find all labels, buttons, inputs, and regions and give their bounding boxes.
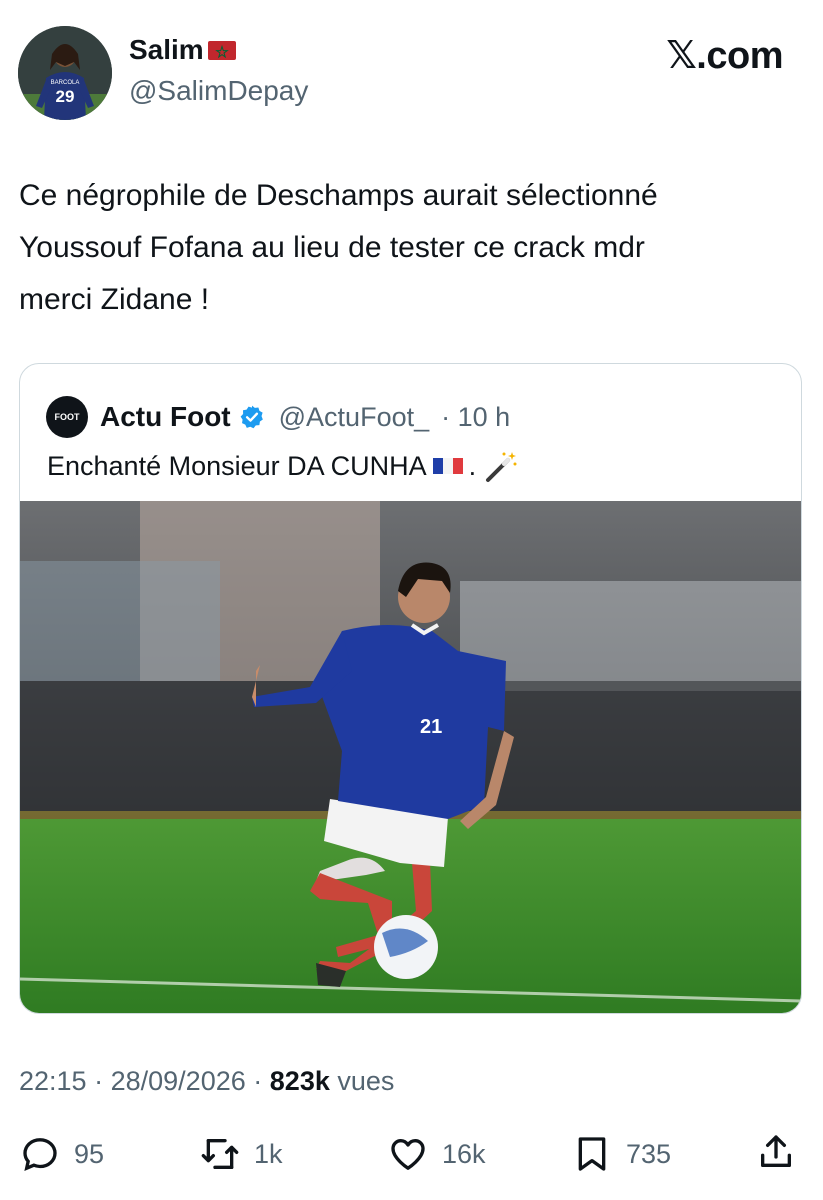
repost-count: 1k bbox=[254, 1138, 283, 1169]
quoted-text: Enchanté Monsieur DA CUNHA bbox=[47, 450, 427, 481]
like-icon bbox=[391, 1139, 425, 1170]
reply-icon bbox=[23, 1138, 57, 1171]
quoted-time[interactable]: · 10 h bbox=[441, 402, 510, 433]
quoted-tweet[interactable]: FOOT Actu Foot @ActuFoot_ · 10 h Enchant… bbox=[19, 363, 802, 1014]
repost-icon bbox=[201, 1139, 239, 1169]
author-handle[interactable]: @SalimDepay bbox=[129, 75, 308, 107]
avatar[interactable]: BARCOLA 29 bbox=[18, 26, 112, 120]
meta-separator: · bbox=[253, 1066, 263, 1096]
tweet-date[interactable]: 28/09/2026 bbox=[111, 1066, 246, 1096]
quoted-text-suffix: . bbox=[468, 450, 477, 481]
author-name[interactable]: Salim bbox=[129, 34, 204, 66]
svg-text:BARCOLA: BARCOLA bbox=[51, 80, 80, 86]
quoted-author-handle[interactable]: @ActuFoot_ bbox=[279, 402, 429, 433]
quoted-avatar-text: FOOT bbox=[54, 412, 80, 422]
avatar-image: BARCOLA 29 bbox=[18, 26, 112, 120]
reply-count: 95 bbox=[74, 1138, 105, 1169]
share-icon bbox=[761, 1135, 791, 1167]
quoted-media-photo[interactable]: 21 bbox=[20, 501, 802, 1014]
photo-jersey-number: 21 bbox=[420, 716, 442, 738]
quoted-avatar[interactable]: FOOT bbox=[46, 396, 88, 438]
flag-france-icon bbox=[432, 458, 463, 474]
bookmark-count: 735 bbox=[626, 1138, 672, 1169]
magic-wand-icon bbox=[486, 452, 517, 482]
views-label: vues bbox=[337, 1066, 395, 1096]
meta-separator: · bbox=[94, 1066, 104, 1096]
quoted-tweet-header: FOOT Actu Foot @ActuFoot_ · 10 h bbox=[46, 396, 510, 438]
author-name-row[interactable]: Salim bbox=[129, 34, 236, 66]
repost-button[interactable]: 1k bbox=[200, 1134, 283, 1174]
action-bar: 95 1k 16k 735 bbox=[0, 1130, 823, 1180]
share-button[interactable] bbox=[756, 1132, 796, 1172]
reply-button[interactable]: 95 bbox=[20, 1134, 104, 1174]
views-count: 823k bbox=[269, 1066, 330, 1096]
like-count: 16k bbox=[442, 1138, 486, 1169]
svg-text:29: 29 bbox=[56, 87, 75, 106]
x-brand-logo: 𝕏.com bbox=[666, 35, 783, 77]
quoted-text-row: Enchanté Monsieur DA CUNHA . bbox=[47, 448, 518, 484]
like-button[interactable]: 16k bbox=[388, 1134, 486, 1174]
flag-morocco-icon bbox=[207, 40, 236, 60]
tweet-text: Ce négrophile de Deschamps aurait sélect… bbox=[19, 179, 658, 316]
quoted-author-name[interactable]: Actu Foot bbox=[100, 401, 231, 433]
bookmark-icon bbox=[578, 1137, 606, 1171]
verified-badge-icon bbox=[240, 405, 263, 429]
tweet-meta: 22:15 · 28/09/2026 · 823k vues bbox=[19, 1066, 394, 1097]
bookmark-button[interactable]: 735 bbox=[572, 1134, 671, 1174]
tweet-time[interactable]: 22:15 bbox=[19, 1066, 87, 1096]
